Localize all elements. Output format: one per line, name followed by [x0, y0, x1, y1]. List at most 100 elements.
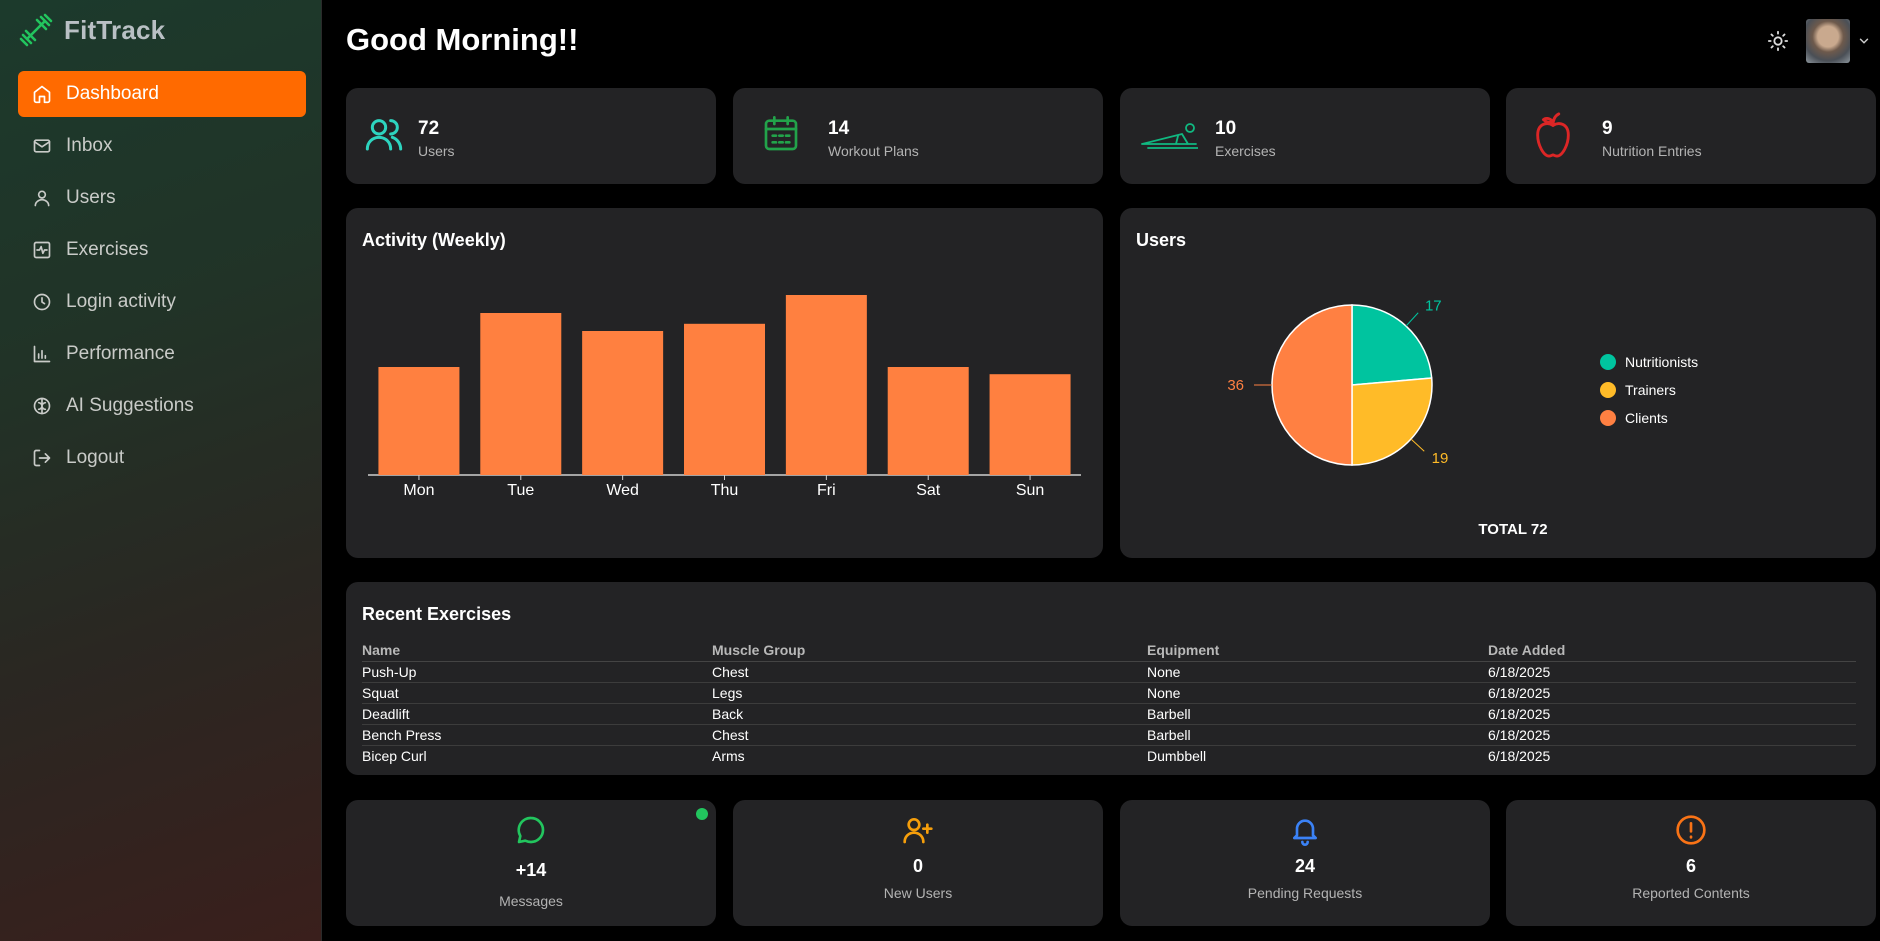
clock-icon: [33, 293, 51, 311]
sidebar-item-users[interactable]: Users: [18, 175, 306, 221]
table-row[interactable]: Bicep Curl Arms Dumbbell 6/18/2025: [362, 745, 1856, 766]
recent-exercises-title: Recent Exercises: [362, 604, 512, 624]
table-row[interactable]: Push-Up Chest None 6/18/2025: [362, 661, 1856, 683]
pie-label-line: [1410, 438, 1425, 452]
sidebar-item-label: Login activity: [66, 291, 176, 312]
pushup-icon: [1141, 123, 1198, 149]
x-tick-label: Mon: [403, 482, 434, 499]
legend-dot: [1600, 410, 1616, 426]
stat-value: 10: [1215, 118, 1237, 139]
table-cell: Barbell: [1147, 724, 1488, 746]
table-cell: None: [1147, 682, 1488, 704]
table-cell: 6/18/2025: [1488, 703, 1856, 725]
activity-chart-card: Activity (Weekly) Mon Tue Wed Thu Fri Sat Sun: [346, 208, 1103, 558]
stat-label: Exercises: [1215, 143, 1276, 159]
table-row[interactable]: Bench Press Chest Barbell 6/18/2025: [362, 724, 1856, 746]
stat-value: 72: [418, 118, 440, 139]
legend-item[interactable]: Clients: [1600, 404, 1698, 432]
calendar-icon: [764, 116, 798, 151]
legend-label: Trainers: [1625, 382, 1676, 398]
x-tick-label: Fri: [817, 482, 836, 499]
pie-slice-trainers: [1351, 377, 1433, 466]
sidebar-item-label: Inbox: [66, 135, 113, 156]
messages-label: Messages: [499, 893, 563, 909]
x-tick-label: Sun: [1016, 482, 1044, 499]
table-cell: Legs: [712, 682, 1147, 704]
users-icon: [365, 119, 403, 151]
table-cell: Chest: [712, 661, 1147, 683]
table-cell: 6/18/2025: [1488, 747, 1551, 764]
stat-label: Workout Plans: [828, 143, 919, 159]
sidebar-item-inbox[interactable]: Inbox: [18, 123, 306, 169]
bar-sun: [989, 374, 1071, 475]
legend-dot: [1600, 354, 1616, 370]
table-row[interactable]: Squat Legs None 6/18/2025: [362, 682, 1856, 704]
pie-value-label: 19: [1432, 450, 1449, 467]
stat-value: 14: [828, 118, 850, 139]
pie-slice-nutritionists: [1351, 304, 1433, 386]
stat-card-users[interactable]: 72 Users: [346, 88, 716, 184]
table-cell: 6/18/2025: [1488, 682, 1856, 704]
bar-tue: [480, 313, 562, 475]
table-cell: Chest: [712, 724, 1147, 746]
stat-card-workout-plans[interactable]: 14 Workout Plans: [733, 88, 1103, 184]
legend-item[interactable]: Trainers: [1600, 376, 1698, 404]
table-cell: 6/18/2025: [1488, 724, 1856, 746]
reported-contents-count: 6: [1685, 856, 1696, 876]
pie-label-line: [1405, 312, 1419, 327]
pending-requests-card[interactable]: 24 Pending Requests: [1120, 800, 1490, 926]
apple-icon: [1536, 112, 1570, 158]
stat-label: Users: [418, 143, 455, 159]
table-row[interactable]: Deadlift Back Barbell 6/18/2025: [362, 703, 1856, 725]
column-header: Name: [362, 640, 712, 662]
sidebar-item-performance[interactable]: Performance: [18, 331, 306, 377]
bar-chart-icon: [33, 345, 51, 363]
pending-requests-label: Pending Requests: [1247, 885, 1363, 901]
reported-contents-card[interactable]: 6 Reported Contents: [1506, 800, 1876, 926]
sun-icon[interactable]: [1767, 30, 1789, 52]
activity-icon: [33, 241, 51, 259]
x-tick-label: Sat: [916, 482, 941, 499]
sidebar-item-label: Exercises: [66, 239, 149, 260]
sidebar-item-dashboard[interactable]: Dashboard: [18, 71, 306, 117]
stat-card-exercises[interactable]: 10 Exercises: [1120, 88, 1490, 184]
new-users-card[interactable]: 0 New Users: [733, 800, 1103, 926]
message-icon: [517, 816, 545, 844]
app-logo[interactable]: FitTrack: [18, 12, 165, 48]
pie-slice-clients: [1271, 304, 1353, 466]
new-users-count: 0: [912, 856, 923, 876]
sidebar-item-ai-suggestions[interactable]: AI Suggestions: [18, 383, 306, 429]
avatar[interactable]: [1806, 19, 1850, 63]
column-header: Equipment: [1147, 640, 1488, 662]
sidebar-item-label: Dashboard: [66, 83, 159, 104]
column-header: Muscle Group: [712, 640, 1147, 662]
messages-card[interactable]: +14 Messages: [346, 800, 716, 926]
sidebar-item-logout[interactable]: Logout: [18, 435, 306, 481]
legend-dot: [1600, 382, 1616, 398]
table-cell: None: [1147, 661, 1488, 683]
mail-icon: [33, 139, 51, 153]
app-name: FitTrack: [64, 14, 166, 45]
x-tick-label: Wed: [606, 482, 639, 499]
sidebar-item-login-activity[interactable]: Login activity: [18, 279, 306, 325]
sidebar-item-label: AI Suggestions: [66, 395, 194, 416]
messages-count: +14: [515, 860, 547, 880]
sidebar-nav: Dashboard Inbox Users Exercises Login ac…: [18, 71, 306, 487]
table-cell: 6/18/2025: [1488, 661, 1856, 683]
sidebar-item-exercises[interactable]: Exercises: [18, 227, 306, 273]
stat-card-nutrition[interactable]: 9 Nutrition Entries: [1506, 88, 1876, 184]
table-header-row: Name Muscle Group Equipment Date Added: [362, 640, 1856, 662]
chevron-down-icon[interactable]: [1857, 34, 1871, 48]
table-cell: Dumbbell: [1147, 747, 1207, 764]
column-header: Date Added: [1488, 640, 1856, 662]
sidebar-item-label: Performance: [66, 343, 175, 364]
bar-fri: [785, 295, 867, 475]
pending-requests-count: 24: [1294, 856, 1316, 876]
user-plus-icon: [903, 818, 933, 844]
pie-value-label: 17: [1425, 297, 1442, 314]
online-indicator: [696, 808, 708, 820]
sidebar: FitTrack Dashboard Inbox Users Exercises…: [0, 0, 322, 941]
bar-wed: [582, 331, 664, 475]
legend-item[interactable]: Nutritionists: [1600, 348, 1698, 376]
x-tick-label: Thu: [711, 482, 739, 499]
